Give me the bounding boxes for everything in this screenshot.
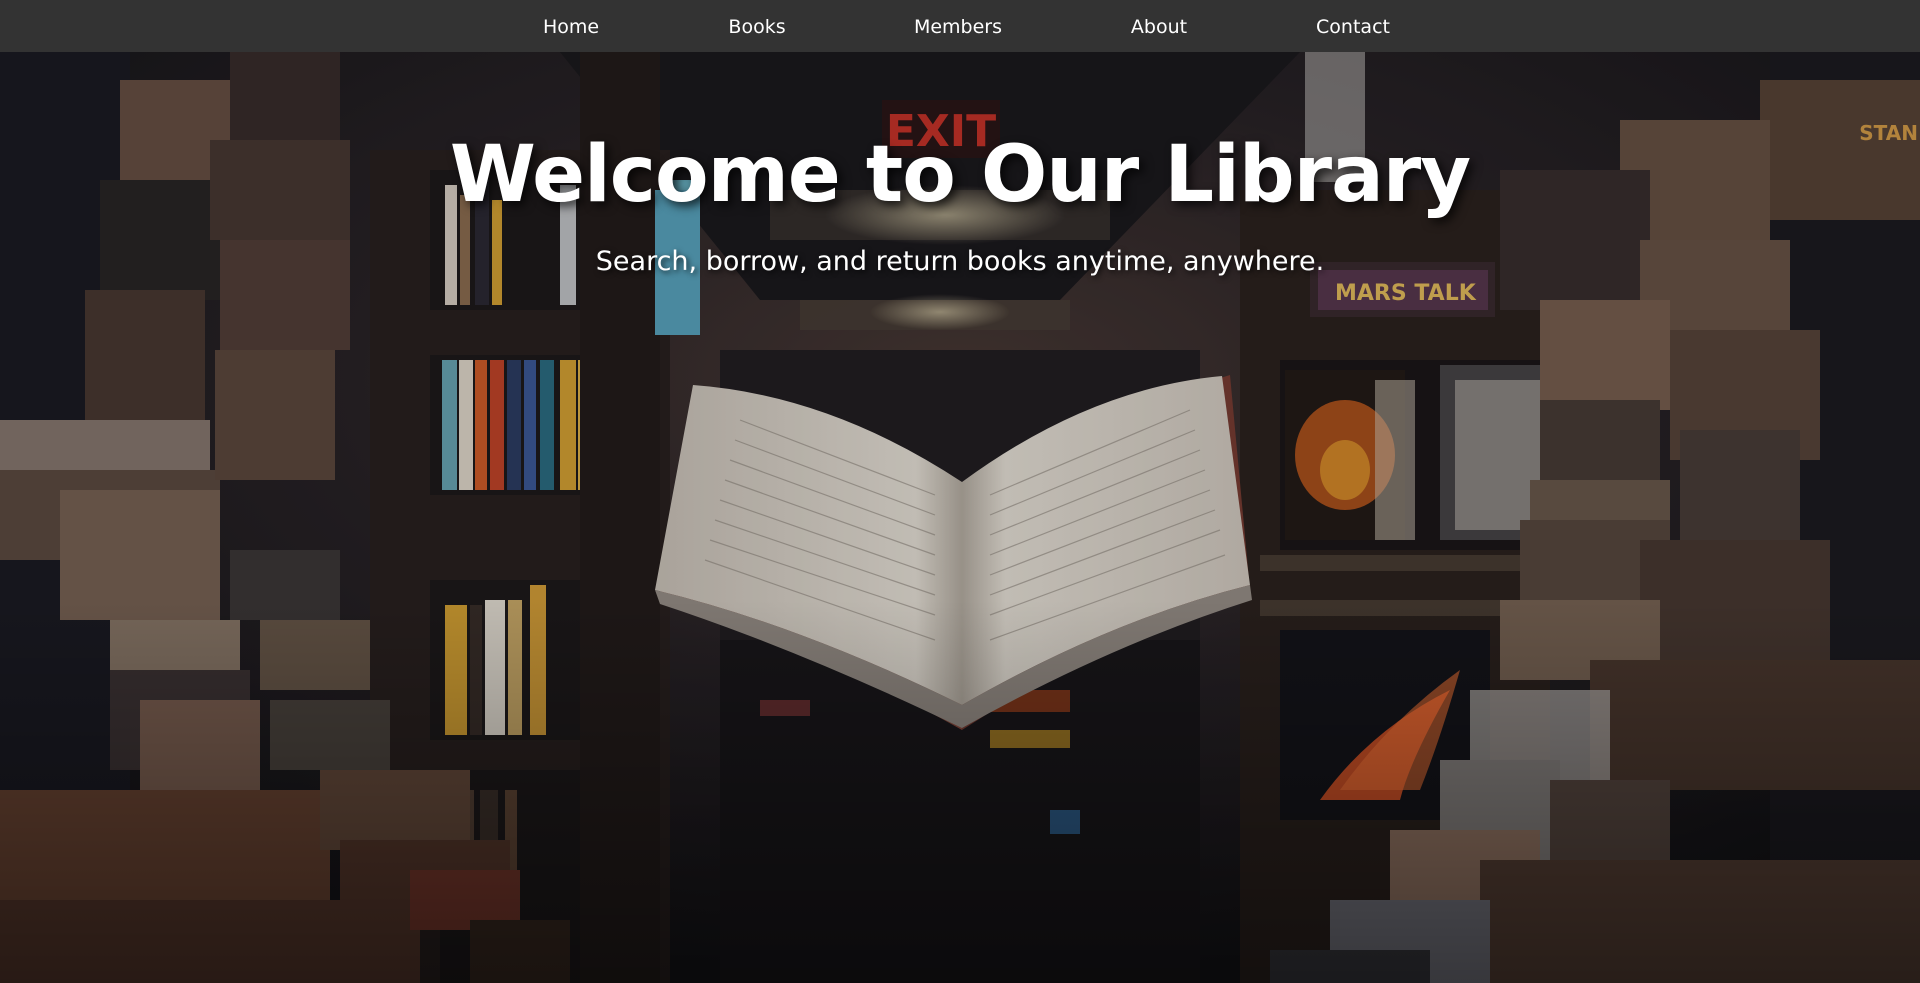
top-navbar: Home Books Members About Contact [0, 0, 1920, 52]
nav-about-link[interactable]: About [1131, 0, 1187, 52]
nav-members-link[interactable]: Members [914, 0, 1002, 52]
hero-subtitle: Search, borrow, and return books anytime… [595, 246, 1325, 277]
nav-home-link[interactable]: Home [543, 0, 599, 52]
hero-title: Welcome to Our Library [449, 130, 1471, 220]
nav-books-link[interactable]: Books [728, 0, 785, 52]
hero-section: EXIT MARS TALK STAN Welcome to Our Libra… [0, 52, 1920, 983]
nav-contact-link[interactable]: Contact [1316, 0, 1390, 52]
